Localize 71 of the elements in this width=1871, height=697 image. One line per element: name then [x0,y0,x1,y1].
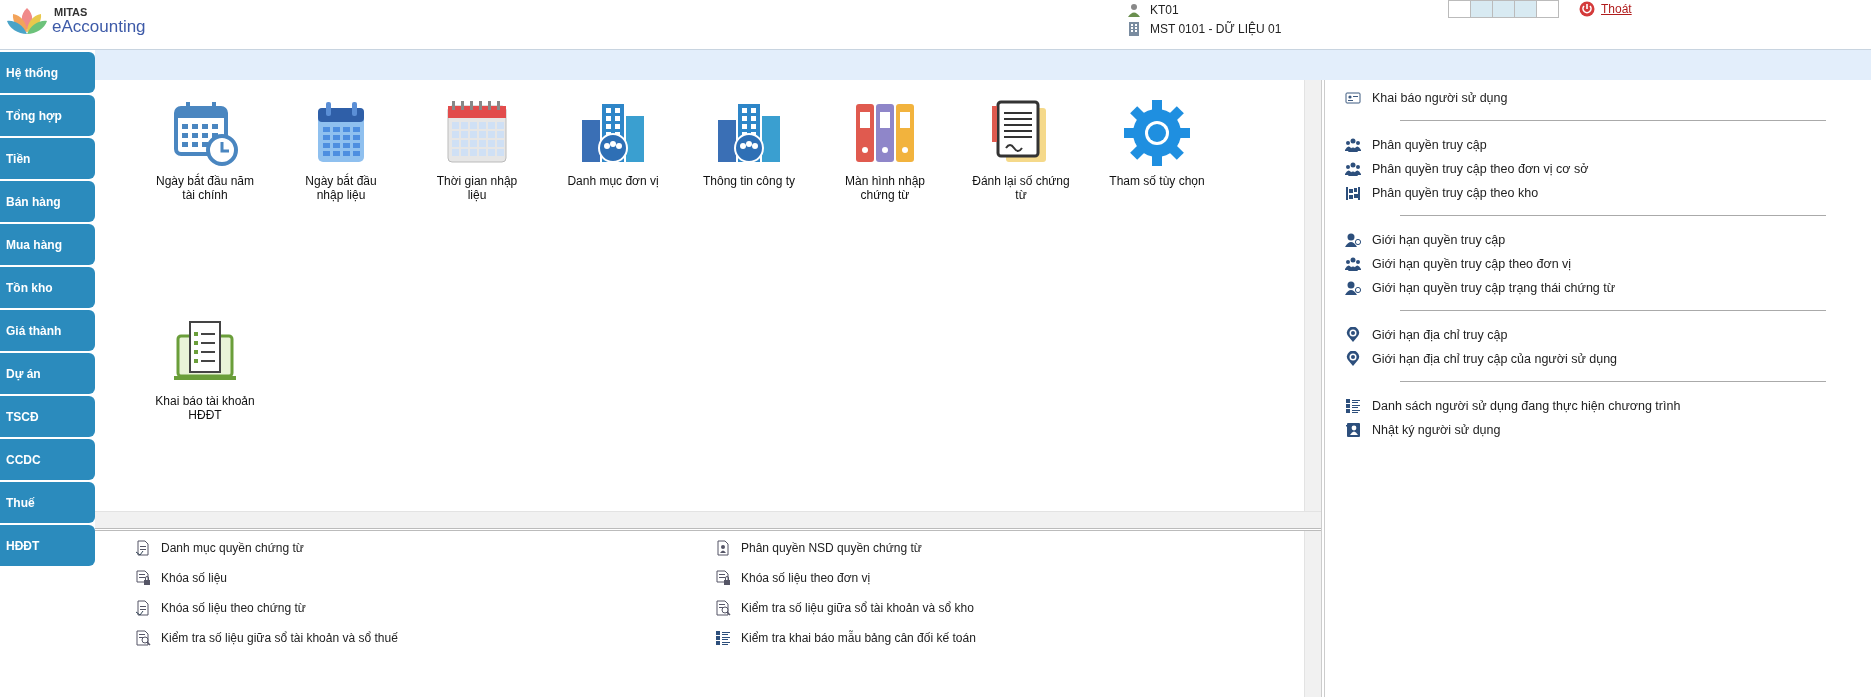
sidebar-tab[interactable]: Giá thành [0,310,95,351]
sidebar-tab[interactable]: Tổng hợp [0,95,95,136]
sidebar-tab[interactable]: HĐĐT [0,525,95,566]
document-user-icon [715,540,731,556]
sidebar-tab[interactable]: Tiền [0,138,95,179]
shortcut-tile[interactable]: Thông tin công ty [681,98,817,188]
menu-item[interactable]: Khai báo người sử dụng [1345,86,1871,110]
shortcut-tile[interactable]: Khai báo tài khoản HĐĐT [137,318,273,422]
document-icon [135,600,151,616]
scrollbar[interactable] [95,511,1321,528]
sidebar-tab[interactable]: TSCĐ [0,396,95,437]
lotus-logo-icon [6,6,48,36]
document-search-icon [715,600,731,616]
sidebar-tab[interactable]: Dự án [0,353,95,394]
shortcut-tile[interactable]: Tham số tùy chọn [1089,98,1225,188]
gear-icon [1122,98,1192,168]
function-link[interactable]: Khóa số liệu [135,563,715,593]
user-icon [1345,280,1361,296]
people-icon [1345,256,1361,272]
shortcut-tile[interactable]: Danh mục đơn vị [545,98,681,188]
menu-item[interactable]: Phân quyền truy cập theo đơn vị cơ sở [1345,157,1871,181]
shortcut-tile[interactable]: Màn hình nhập chứng từ [817,98,953,202]
menu-item[interactable]: Phân quyền truy cập theo kho [1345,181,1871,205]
contact-book-icon [1345,422,1361,438]
scrollbar[interactable] [1304,80,1321,511]
sidebar-tab[interactable]: Tồn kho [0,267,95,308]
document-lock-icon [715,570,731,586]
menu-item[interactable]: Giới hạn địa chỉ truy cập [1345,323,1871,347]
logo-product-name: eAccounting [52,18,146,35]
user-icon [1345,232,1361,248]
people-icon [1345,137,1361,153]
document-lock-icon [135,570,151,586]
sidebar-tab[interactable]: Mua hàng [0,224,95,265]
id-card-icon [1345,90,1361,106]
sidebar-tab[interactable]: Bán hàng [0,181,95,222]
logout-link[interactable]: Thoát [1601,2,1632,16]
menu-item[interactable]: Giới hạn địa chỉ truy cập của người sử dụng [1345,347,1871,371]
function-link[interactable]: Phân quyền NSD quyền chứng từ [715,533,1304,563]
document-search-icon [135,630,151,646]
function-link[interactable]: Kiểm tra số liệu giữa sổ tài khoản và sổ kho [715,593,1304,623]
menu-item[interactable]: Danh sách người sử dụng đang thực hiện chương trình [1345,394,1871,418]
menu-item[interactable]: Nhật ký người sử dụng [1345,418,1871,442]
function-link[interactable]: Kiểm tra số liệu giữa sổ tài khoản và sổ thuế [135,623,715,653]
user-name: KT01 [1150,3,1180,17]
shortcut-tile[interactable]: Ngày bắt đầu nhập liệu [273,98,409,202]
menu-item[interactable]: Giới hạn quyền truy cập trạng thái chứng từ [1345,276,1871,300]
menu-item[interactable]: Giới hạn quyền truy cập theo đơn vị [1345,252,1871,276]
location-pin-icon [1345,327,1361,343]
scrollbar[interactable] [1304,531,1321,697]
function-link[interactable]: Danh mục quyền chứng từ [135,533,715,563]
shortcut-tile[interactable]: Thời gian nhập liệu [409,98,545,202]
function-link[interactable]: Khóa số liệu theo chứng từ [135,593,715,623]
shortcut-tile[interactable]: Đánh lại số chứng từ [953,98,1089,202]
location-pin-icon [1345,351,1361,367]
sidebar-tab[interactable]: CCDC [0,439,95,480]
logo-brand: MITAS [53,7,89,18]
user-icon [1126,2,1142,18]
function-link[interactable]: Khóa số liệu theo đơn vị [715,563,1304,593]
sidebar-tab[interactable]: Hệ thống [0,52,95,93]
list-icon [715,630,731,646]
building-icon [1126,21,1142,37]
document-icon [135,540,151,556]
menu-item[interactable]: Phân quyền truy cập [1345,133,1871,157]
menu-item[interactable]: Giới hạn quyền truy cập [1345,228,1871,252]
people-icon [1345,161,1361,177]
shortcut-tile[interactable]: Ngày bắt đầu năm tài chính [137,98,273,202]
company-name: MST 0101 - DỮ LIỆU 01 [1150,22,1283,36]
function-link[interactable]: Kiểm tra khai báo mẫu bảng cân đối kế toán [715,623,1304,653]
sidebar-tab[interactable]: Thuế [0,482,95,523]
warehouse-icon [1345,185,1361,201]
list-icon [1345,398,1361,414]
